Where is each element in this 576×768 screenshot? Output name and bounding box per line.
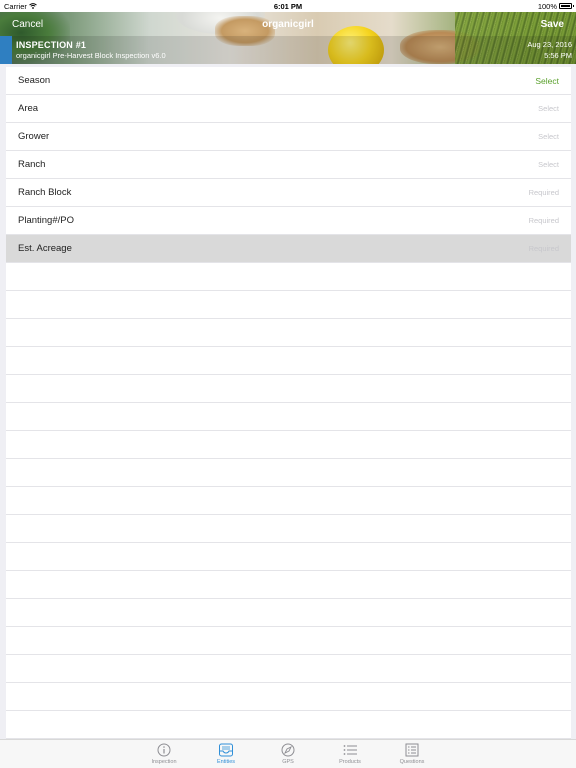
info-icon (157, 743, 171, 757)
inspection-date: Aug 23, 2016 (527, 40, 572, 49)
list-icon (343, 745, 357, 755)
empty-row (6, 291, 571, 319)
empty-row (6, 543, 571, 571)
status-time: 6:01 PM (273, 1, 303, 11)
tab-bar: Inspection Entities GPS Products Questio… (0, 739, 576, 768)
field-row-area[interactable]: Area Select (6, 95, 571, 123)
field-value: Select (538, 160, 559, 169)
status-bar: Carrier 6:01 PM 100% (0, 0, 576, 12)
field-row-season[interactable]: Season Select (6, 67, 571, 95)
empty-row (6, 515, 571, 543)
navigation-bar: Cancel organicgirl Save (0, 12, 576, 36)
save-button[interactable]: Save (541, 19, 564, 30)
empty-row (6, 263, 571, 291)
inbox-icon (219, 743, 233, 757)
tab-label: Questions (399, 759, 425, 765)
nav-title: organicgirl (262, 18, 314, 30)
field-row-ranch[interactable]: Ranch Select (6, 151, 571, 179)
empty-row (6, 375, 571, 403)
field-value: Select (535, 75, 559, 86)
tab-label: GPS (282, 759, 294, 765)
field-label: Ranch (18, 159, 46, 170)
field-label: Area (18, 103, 39, 114)
empty-row (6, 683, 571, 711)
empty-row (6, 627, 571, 655)
inspection-accent-bar (0, 36, 12, 64)
field-value: Select (538, 104, 559, 113)
empty-row (6, 711, 571, 739)
field-label: Season (18, 75, 51, 86)
tab-entities[interactable]: Entities (195, 740, 257, 768)
empty-row (6, 319, 571, 347)
tab-products[interactable]: Products (319, 740, 381, 768)
compass-icon (281, 743, 295, 757)
empty-row (6, 347, 571, 375)
battery-icon (559, 3, 574, 9)
checklist-icon (405, 743, 419, 757)
field-label: Est. Acreage (18, 243, 72, 254)
inspection-title: INSPECTION #1 (16, 40, 87, 50)
empty-row (6, 655, 571, 683)
field-row-ranch-block[interactable]: Ranch Block Required (6, 179, 571, 207)
field-label: Planting#/PO (18, 215, 74, 226)
field-value: Required (528, 244, 559, 253)
tab-label: Entities (216, 759, 236, 765)
field-label: Grower (18, 131, 50, 142)
field-row-planting-po[interactable]: Planting#/PO Required (6, 207, 571, 235)
empty-rows (6, 263, 571, 739)
tab-inspection[interactable]: Inspection (133, 740, 195, 768)
empty-row (6, 599, 571, 627)
inspection-time: 5:56 PM (544, 51, 572, 60)
field-label: Ranch Block (18, 187, 72, 198)
empty-row (6, 459, 571, 487)
inspection-subtitle: organicgirl Pre-Harvest Block Inspection… (16, 51, 166, 60)
cancel-button[interactable]: Cancel (12, 19, 43, 30)
field-row-est-acreage[interactable]: Est. Acreage Required (6, 235, 571, 263)
empty-row (6, 431, 571, 459)
field-row-grower[interactable]: Grower Select (6, 123, 571, 151)
tab-label: Inspection (151, 759, 177, 765)
empty-row (6, 487, 571, 515)
tab-questions[interactable]: Questions (381, 740, 443, 768)
empty-row (6, 403, 571, 431)
field-value: Required (528, 188, 559, 197)
header-banner: Cancel organicgirl Save INSPECTION #1 or… (0, 12, 576, 64)
field-value: Select (538, 132, 559, 141)
empty-row (6, 571, 571, 599)
tab-label: Products (339, 759, 361, 765)
tab-gps[interactable]: GPS (257, 740, 319, 768)
field-value: Required (528, 216, 559, 225)
entities-list: Season Select Area Select Grower Select … (6, 67, 571, 739)
